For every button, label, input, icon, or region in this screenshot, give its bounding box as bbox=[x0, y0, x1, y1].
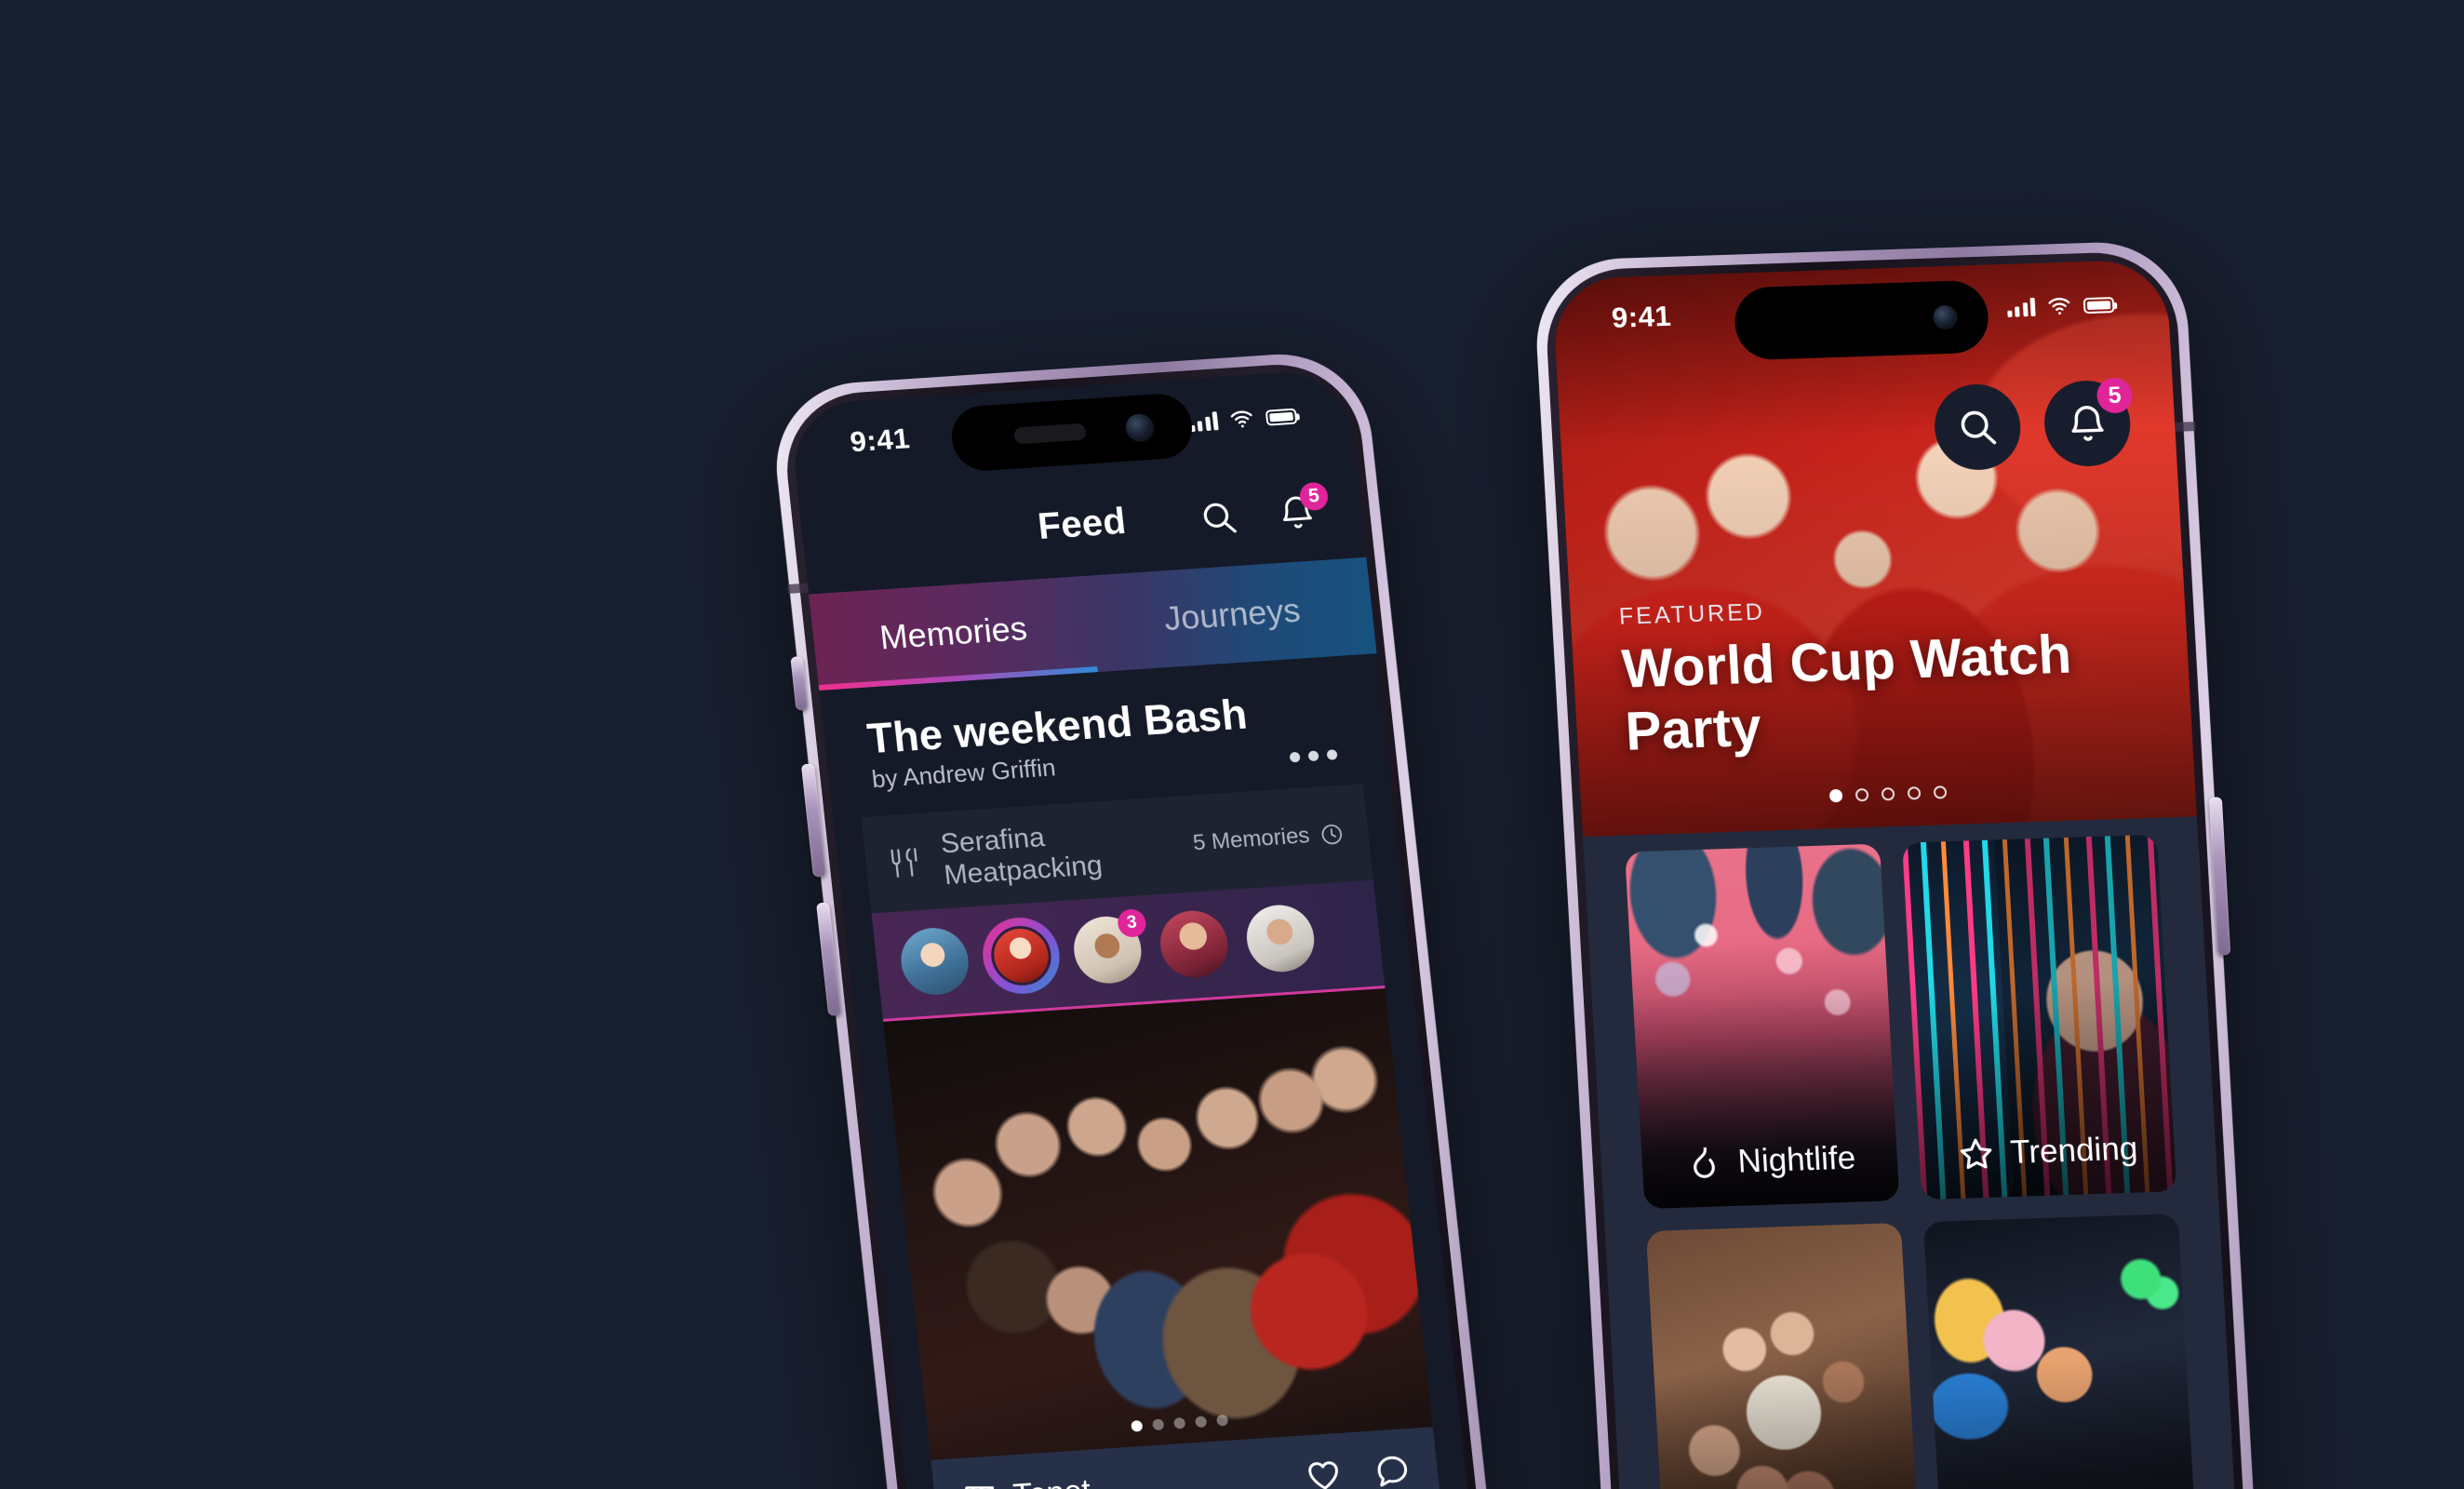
wifi-icon bbox=[1228, 407, 1255, 433]
phone-right-screen: FEATURED World Cup Watch Party 9:41 5 Ni… bbox=[1551, 259, 2242, 1489]
memory-photo[interactable] bbox=[883, 988, 1433, 1461]
memory-photo-image bbox=[883, 988, 1433, 1461]
wifi-icon bbox=[2046, 294, 2071, 319]
tile-gradient-overlay bbox=[1645, 1222, 1922, 1489]
header-actions: 5 bbox=[1198, 481, 1330, 539]
star-icon bbox=[1955, 1134, 1996, 1174]
hero-title: World Cup Watch Party bbox=[1620, 624, 2073, 762]
dynamic-island-right bbox=[1733, 279, 1990, 361]
avatar[interactable]: 3 bbox=[1070, 908, 1147, 986]
status-time: 9:41 bbox=[848, 422, 912, 459]
avatar[interactable] bbox=[1243, 903, 1318, 974]
hero-text: FEATURED World Cup Watch Party bbox=[1618, 585, 2192, 763]
battery-icon bbox=[2082, 296, 2115, 314]
explore-app: FEATURED World Cup Watch Party 9:41 5 Ni… bbox=[1551, 259, 2242, 1489]
bell-icon[interactable]: 5 bbox=[1275, 481, 1330, 533]
front-camera-icon bbox=[1933, 304, 1959, 330]
flame-icon bbox=[1683, 1143, 1724, 1183]
post-footer-row: Tenet bbox=[959, 1451, 1413, 1489]
movie-tag[interactable]: Tenet bbox=[959, 1458, 1307, 1489]
phone-right: FEATURED World Cup Watch Party 9:41 5 Ni… bbox=[1532, 239, 2261, 1489]
tab-journeys[interactable]: Journeys bbox=[1088, 557, 1377, 672]
front-camera-icon bbox=[1124, 412, 1156, 443]
memory-post: The weekend Bash by Andrew Griffin Seraf… bbox=[819, 653, 1479, 1489]
clapperboard-icon bbox=[959, 1480, 998, 1489]
tab-memories-label: Memories bbox=[877, 609, 1029, 657]
cellular-bars-icon bbox=[1188, 411, 1219, 433]
comment-bubble-icon[interactable] bbox=[1372, 1451, 1413, 1489]
post-actions bbox=[1303, 1451, 1413, 1489]
heart-icon[interactable] bbox=[1303, 1455, 1344, 1489]
tile-label: Nightlife bbox=[1736, 1139, 1857, 1180]
earpiece-speaker bbox=[1013, 423, 1088, 445]
avatar[interactable] bbox=[897, 925, 972, 998]
search-fab[interactable] bbox=[1932, 382, 2023, 472]
movie-title: Tenet bbox=[1011, 1472, 1092, 1489]
status-indicators bbox=[1188, 404, 1298, 436]
phone-left: 9:41 Feed 5 Memories Journeys The weeken… bbox=[767, 348, 1500, 1489]
category-tile-big-groups[interactable]: Big Groups bbox=[1645, 1222, 1922, 1489]
category-grid: Nightlife Trending bbox=[1584, 833, 2241, 1489]
status-time: 9:41 bbox=[1611, 299, 1673, 334]
notifications-fab[interactable]: 5 bbox=[2042, 377, 2134, 468]
category-tile-trending[interactable]: Trending bbox=[1902, 834, 2177, 1201]
canvas: 9:41 Feed 5 Memories Journeys The weeken… bbox=[0, 0, 2464, 1489]
venue-count-label: 5 Memories bbox=[1191, 823, 1311, 856]
avatar[interactable] bbox=[984, 920, 1059, 991]
venue-memory-count: 5 Memories bbox=[1192, 821, 1346, 857]
avatar[interactable] bbox=[1157, 908, 1232, 980]
status-indicators bbox=[2006, 292, 2115, 320]
floating-actions: 5 bbox=[1932, 377, 2134, 472]
category-tile-date-night[interactable]: Date Night bbox=[1922, 1214, 2199, 1489]
category-tile-nightlife[interactable]: Nightlife bbox=[1625, 843, 1900, 1210]
cutlery-icon bbox=[889, 846, 924, 879]
tile-gradient-overlay bbox=[1922, 1214, 2199, 1489]
search-icon bbox=[1955, 405, 2001, 449]
venue-name: Serafina Meatpacking bbox=[939, 822, 1105, 892]
battery-icon bbox=[1265, 408, 1298, 426]
search-icon[interactable] bbox=[1198, 497, 1240, 539]
tab-journeys-label: Journeys bbox=[1161, 590, 1303, 638]
clock-icon bbox=[1319, 822, 1346, 848]
tile-label: Trending bbox=[2009, 1130, 2139, 1171]
cellular-bars-icon bbox=[2006, 297, 2036, 317]
